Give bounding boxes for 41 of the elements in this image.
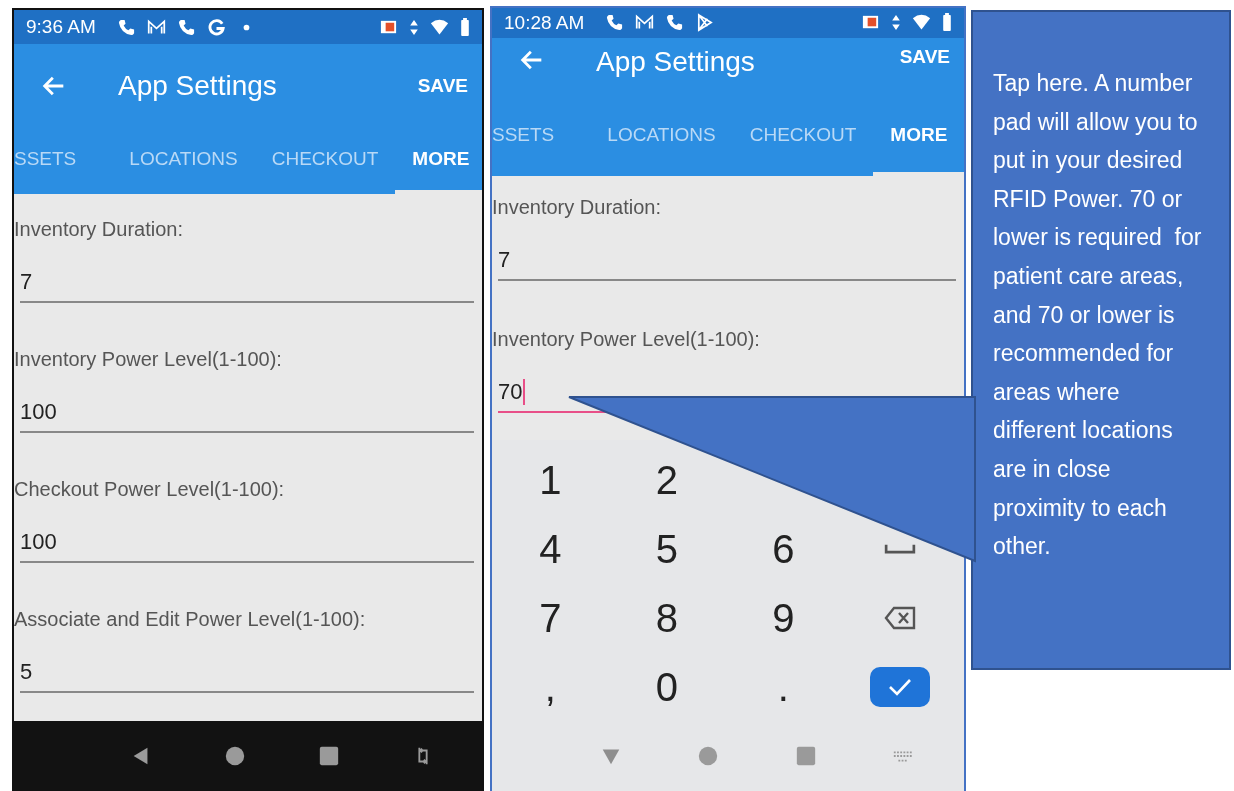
phone-icon (116, 17, 136, 37)
field-label: Inventory Duration: (492, 195, 662, 219)
field-label: Inventory Duration: (14, 218, 184, 241)
input-field[interactable]: 100 (20, 399, 474, 433)
phone-icon (665, 13, 685, 33)
key[interactable]: 6 (764, 526, 803, 572)
g-logo-icon (206, 17, 226, 37)
key[interactable]: 2 (647, 457, 686, 503)
key[interactable]: 7 (531, 595, 570, 641)
key[interactable]: . (769, 664, 797, 710)
wifi-icon (430, 17, 449, 37)
key[interactable]: 8 (647, 595, 686, 641)
battery-icon (942, 13, 952, 33)
play-icon (695, 13, 715, 33)
mail-icon (146, 17, 166, 37)
app-bar-title: App Settings (596, 45, 755, 78)
key[interactable]: 4 (531, 526, 570, 572)
backspace-icon (883, 606, 916, 631)
field-label: Inventory Power Level(1-100): (492, 327, 761, 351)
input-field[interactable]: 100 (20, 529, 474, 563)
status-time: 10:28 AM (504, 11, 585, 34)
key[interactable]: 1 (531, 457, 570, 503)
battery-icon (460, 17, 470, 37)
input-field[interactable]: 5 (20, 659, 474, 693)
input-field[interactable]: 7 (20, 269, 474, 303)
input-field[interactable]: 7 (498, 246, 956, 281)
home-icon[interactable] (224, 745, 246, 767)
key[interactable]: 5 (647, 526, 686, 572)
callout-text: Tap here. A number pad will allow you to put in your desired RFID Power. 70 or lower is required for patient care areas, and 70 or lower is recommended for areas where different locations are in close proximity to each other. (993, 69, 1203, 562)
key[interactable]: 0 (647, 664, 686, 710)
field-label: Inventory Power Level(1-100): (14, 348, 283, 371)
status-time: 9:36 AM (26, 16, 96, 38)
phone-icon (605, 13, 625, 33)
key[interactable]: 9 (764, 595, 803, 641)
field-label: Checkout Power Level(1-100): (14, 478, 286, 501)
recents-icon[interactable] (318, 745, 340, 767)
done-key[interactable] (869, 667, 930, 708)
phone-icon (176, 17, 196, 37)
app-bar-title: App Settings (118, 69, 277, 102)
field-label: Associate and Edit Power Level(1-100): (14, 608, 367, 631)
key[interactable]: , (536, 664, 564, 710)
